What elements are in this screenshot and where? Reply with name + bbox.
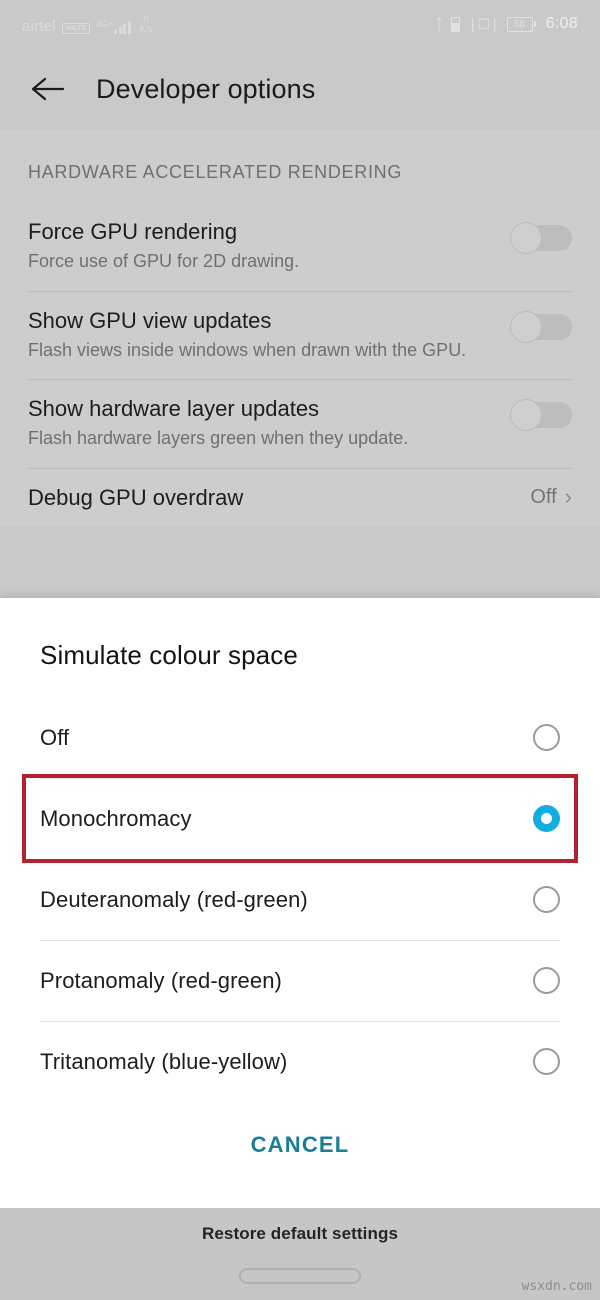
sim-card-icon (450, 16, 460, 32)
setting-text: Force GPU rendering Force use of GPU for… (28, 217, 510, 274)
clock-label: 6:08 (545, 15, 578, 32)
radio-option-tritanomaly[interactable]: Tritanomaly (blue-yellow) (0, 1021, 600, 1102)
radio-option-monochromacy[interactable]: Monochromacy (0, 778, 600, 859)
radio-button-monochromacy[interactable] (533, 805, 560, 832)
data-rate-unit: K/s (139, 23, 153, 34)
data-rate-value: 0 (143, 13, 149, 24)
radio-option-label: Tritanomaly (blue-yellow) (40, 1048, 288, 1074)
carrier-label: airtel (22, 17, 56, 35)
network-type-label: 4G+ (95, 18, 114, 29)
battery-cap-icon (533, 21, 536, 27)
toggle-switch-force-gpu-rendering[interactable] (510, 222, 572, 254)
signal-group: 4G+ (95, 18, 131, 34)
bluetooth-icon: ᛏ (434, 15, 444, 33)
option-divider (40, 859, 560, 860)
data-rate-indicator: 0 K/s (139, 13, 153, 34)
setting-label: Force GPU rendering (28, 219, 238, 244)
setting-label: Show hardware layer updates (28, 396, 320, 421)
option-divider (40, 778, 560, 779)
settings-list: HARDWARE ACCELERATED RENDERING Force GPU… (0, 130, 600, 526)
setting-row-debug-gpu-overdraw[interactable]: Debug GPU overdraw Off › (0, 469, 600, 526)
setting-row-force-gpu-rendering[interactable]: Force GPU rendering Force use of GPU for… (0, 203, 600, 292)
app-bar: Developer options (0, 48, 600, 130)
back-arrow-icon[interactable] (28, 69, 68, 109)
setting-text: Show hardware layer updates Flash hardwa… (28, 394, 510, 451)
home-gesture-pill[interactable] (239, 1268, 361, 1284)
radio-option-label: Deuteranomaly (red-green) (40, 886, 308, 912)
bottom-bar: Restore default settings wsxdn.com (0, 1208, 600, 1300)
status-bar-left: airtel VoLTE 4G+ 0 K/s (22, 13, 435, 35)
cancel-button[interactable]: CANCEL (251, 1132, 350, 1158)
setting-text: Show GPU view updates Flash views inside… (28, 306, 510, 363)
chevron-right-icon: › (564, 484, 572, 510)
vibrate-icon: ❘☐❘ (466, 16, 501, 32)
toggle-knob (510, 310, 542, 343)
radio-option-deuteranomaly[interactable]: Deuteranomaly (red-green) (0, 859, 600, 940)
toggle-knob (510, 399, 542, 431)
setting-description: Flash views inside windows when drawn wi… (28, 339, 467, 360)
battery-level-label: 58 (506, 16, 533, 32)
option-divider (40, 940, 560, 941)
setting-label: Show GPU view updates (28, 307, 272, 333)
radio-button-tritanomaly[interactable] (533, 1048, 560, 1075)
section-header-hardware-accelerated-rendering: HARDWARE ACCELERATED RENDERING (28, 162, 403, 182)
setting-label: Debug GPU overdraw (28, 484, 244, 510)
toggle-switch-show-hardware-layer-updates[interactable] (510, 399, 572, 431)
dialog-title: Simulate colour space (40, 640, 298, 670)
setting-row-show-gpu-view-updates[interactable]: Show GPU view updates Flash views inside… (0, 292, 600, 380)
page-title: Developer options (96, 73, 316, 104)
radio-option-protanomaly[interactable]: Protanomaly (red-green) (0, 940, 600, 1021)
option-divider (40, 1021, 560, 1022)
setting-description: Force use of GPU for 2D drawing. (28, 251, 300, 272)
setting-description: Flash hardware layers green when they up… (28, 428, 409, 449)
volte-badge-icon: VoLTE (61, 22, 90, 34)
radio-button-off[interactable] (533, 724, 560, 751)
radio-button-protanomaly[interactable] (533, 967, 560, 994)
status-bar: airtel VoLTE 4G+ 0 K/s ᛏ ❘☐❘ 58 6:08 (0, 0, 600, 48)
simulate-colour-space-dialog: Simulate colour space Off Monochromacy D… (0, 598, 600, 1208)
restore-default-settings-label[interactable]: Restore default settings (202, 1224, 398, 1244)
radio-option-label: Off (40, 724, 70, 750)
setting-row-show-hardware-layer-updates[interactable]: Show hardware layer updates Flash hardwa… (0, 380, 600, 469)
radio-option-label: Monochromacy (40, 805, 192, 831)
setting-value: Off (530, 485, 557, 508)
status-bar-right: ᛏ ❘☐❘ 58 6:08 (435, 15, 578, 33)
battery-indicator: 58 (506, 16, 536, 32)
toggle-knob (510, 222, 542, 254)
toggle-switch-show-gpu-view-updates[interactable] (510, 310, 572, 343)
signal-bars-icon (114, 20, 131, 34)
dialog-actions: CANCEL (0, 1102, 600, 1192)
radio-button-deuteranomaly[interactable] (533, 886, 560, 913)
radio-option-off[interactable]: Off (0, 697, 600, 778)
setting-text: Debug GPU overdraw (28, 483, 530, 512)
watermark: wsxdn.com (521, 1279, 592, 1294)
radio-option-label: Protanomaly (red-green) (40, 967, 282, 993)
